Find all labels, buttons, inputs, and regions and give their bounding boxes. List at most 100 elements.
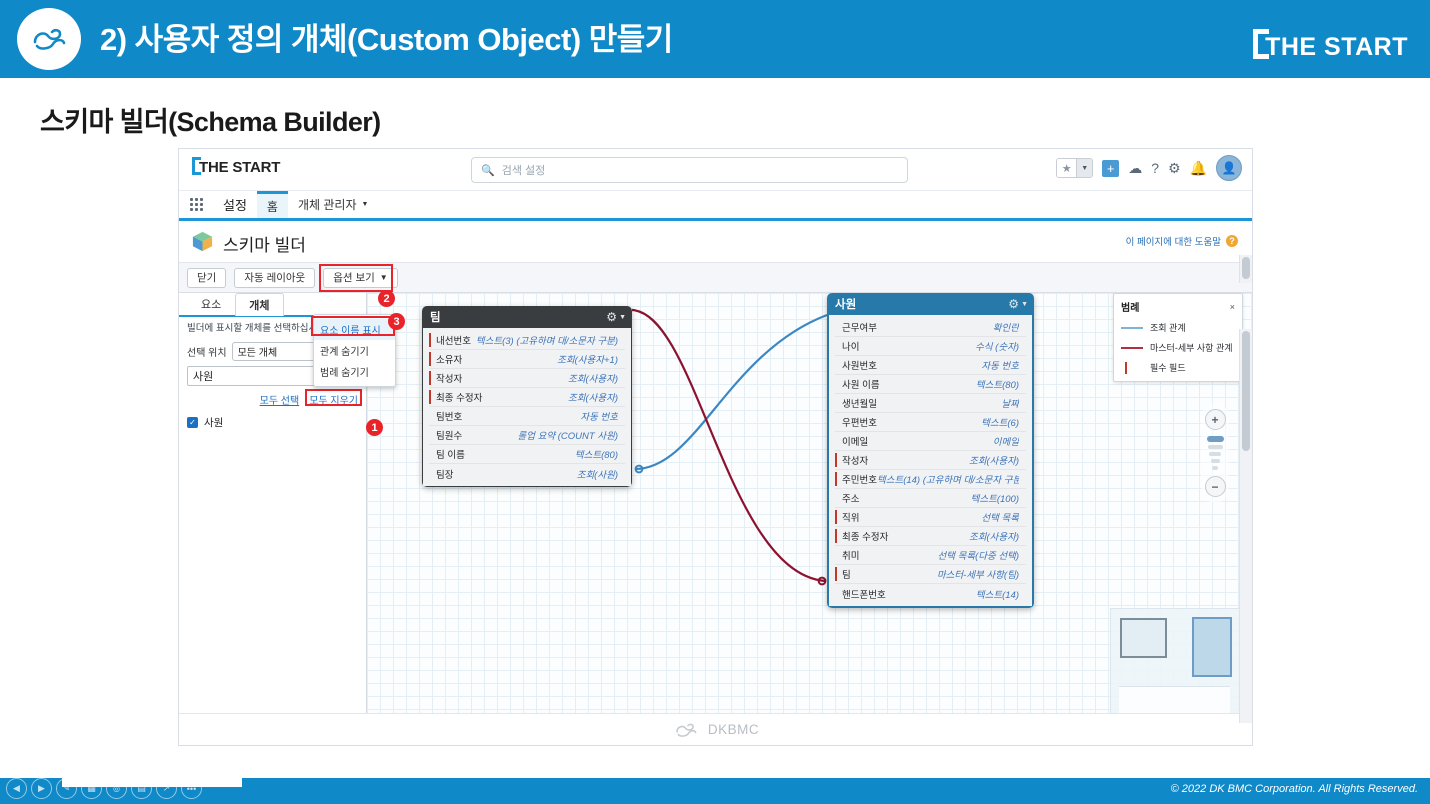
clear-all-link[interactable]: 모두 지우기 <box>305 389 363 407</box>
org-logo: THE START <box>192 157 280 176</box>
footer-brand: DKBMC <box>707 722 760 737</box>
avatar[interactable]: 👤 <box>1216 155 1242 181</box>
favorites-star-icon[interactable]: ★ <box>1057 159 1077 177</box>
legend-row-required: 필수 필드 <box>1121 361 1235 374</box>
help-icon[interactable]: ? <box>1151 161 1159 175</box>
close-button[interactable]: 닫기 <box>187 267 227 288</box>
hide-relationships-menu-item[interactable]: 관계 숨기기 <box>314 340 395 361</box>
master-detail-line-icon <box>1121 346 1143 349</box>
slide-grid-button[interactable]: ▦ <box>81 778 102 799</box>
select-all-link[interactable]: 모두 선택 <box>260 392 300 407</box>
chevron-down-icon: ▼ <box>379 273 388 282</box>
tab-home[interactable]: 홈 <box>256 191 288 218</box>
show-element-names-menu-item[interactable]: 요소 이름 표시 <box>314 319 395 340</box>
object-card-header: 팀 ⚙ ▼ <box>422 306 632 328</box>
notes-button[interactable]: ▤ <box>131 778 152 799</box>
table-row: 최종 수정자 조회(사용자) <box>429 388 625 407</box>
setup-gear-icon[interactable]: ⚙ <box>1168 161 1181 175</box>
table-row: 근무여부 확인란 <box>835 318 1026 337</box>
table-row: 작성자 조회(사용자) <box>835 451 1026 470</box>
table-row: 생년월일 날짜 <box>835 394 1026 413</box>
table-row: 팀 이름 텍스트(80) <box>429 445 625 464</box>
table-row: 팀번호 자동 번호 <box>429 407 625 426</box>
table-row: 작성자 조회(사용자) <box>429 369 625 388</box>
tab-object-manager[interactable]: 개체 관리자 ▼ <box>288 191 378 218</box>
object-card-team[interactable]: 팀 ⚙ ▼ 내선번호 텍스트(3) (고유하며 대/소문자 구분) 소유자 조회(사용… <box>422 306 632 487</box>
pen-tool-button[interactable]: ✎ <box>56 778 77 799</box>
schema-toolbar: 닫기 자동 레이아웃 옵션 보기 ▼ <box>179 263 1252 293</box>
more-options-button[interactable]: ••• <box>181 778 202 799</box>
list-item[interactable]: ✓ 사원 <box>187 415 358 430</box>
page-title: 스키마 빌더 <box>223 236 306 255</box>
hide-legend-menu-item[interactable]: 범례 숨기기 <box>314 361 395 382</box>
schema-canvas[interactable]: 팀 ⚙ ▼ 내선번호 텍스트(3) (고유하며 대/소문자 구분) 소유자 조회(사용… <box>367 293 1252 745</box>
auto-layout-button[interactable]: 자동 레이아웃 <box>234 267 316 288</box>
search-placeholder: 검색 설정 <box>501 165 546 177</box>
legend-row-master-detail: 마스터-세부 사항 관계 <box>1121 341 1235 354</box>
zoom-out-button[interactable]: − <box>1204 476 1226 497</box>
add-icon[interactable]: + <box>1102 159 1120 177</box>
table-row: 사원 이름 텍스트(80) <box>835 375 1026 394</box>
page-help-link[interactable]: 이 페이지에 대한 도움말 ? <box>1126 234 1238 248</box>
required-field-bar-icon <box>1121 361 1143 374</box>
cloud-icon[interactable]: ☁ <box>1128 161 1142 175</box>
previous-slide-button[interactable]: ◀ <box>6 778 27 799</box>
zoom-control[interactable]: + − <box>1201 403 1229 503</box>
table-row: 최종 수정자 조회(사용자) <box>835 527 1026 546</box>
help-icon: ? <box>1226 235 1238 247</box>
zoom-tick <box>1207 445 1223 449</box>
table-row: 사원번호 자동 번호 <box>835 356 1026 375</box>
dkbmc-logo-icon <box>17 8 81 70</box>
page-scrollbar[interactable] <box>1239 255 1252 283</box>
salesforce-screenshot: THE START 🔍 검색 설정 ★ ▼ + ☁ ? ⚙ 🔔 👤 설정 홈 개… <box>178 148 1253 746</box>
header-actions: ★ ▼ + ☁ ? ⚙ 🔔 👤 <box>1056 155 1242 181</box>
favorites-dropdown-icon[interactable]: ▼ <box>1076 159 1093 177</box>
copyright-text: © 2022 DK BMC Corporation. All Rights Re… <box>1170 783 1418 795</box>
app-launcher-icon[interactable] <box>179 191 213 218</box>
table-row: 주소 텍스트(100) <box>835 489 1026 508</box>
zoom-slider[interactable] <box>1206 433 1224 473</box>
zoom-tool-button[interactable]: ◎ <box>106 778 127 799</box>
close-icon[interactable]: × <box>1230 302 1235 312</box>
object-card-header: 사원 ⚙ ▼ <box>827 293 1034 315</box>
tab-objects[interactable]: 개체 <box>235 293 284 316</box>
gear-icon[interactable]: ⚙ ▼ <box>606 310 626 324</box>
table-row: 팀 마스터-세부 사항(팀) <box>835 565 1026 584</box>
object-card-employee[interactable]: 사원 ⚙ ▼ 근무여부 확인란 나이 수식 (숫자) 사원번호 자동 번호 사원 이름 텍… <box>827 293 1034 608</box>
tab-elements[interactable]: 요소 <box>187 292 235 315</box>
app-name-label: 설정 <box>223 198 247 213</box>
callout-marker-2: 2 <box>378 290 395 307</box>
zoom-tick <box>1210 459 1220 463</box>
legend-row-lookup: 조회 관계 <box>1121 321 1235 334</box>
slide-title: 2) 사용자 정의 개체(Custom Object) 만들기 <box>100 22 673 57</box>
exit-button[interactable]: ↗ <box>156 778 177 799</box>
search-input[interactable]: 🔍 검색 설정 <box>471 157 908 183</box>
master-detail-relationship-line <box>631 308 826 583</box>
gear-icon[interactable]: ⚙ ▼ <box>1008 297 1028 311</box>
select-location-label: 선택 위치 <box>187 348 227 360</box>
canvas-scrollbar[interactable] <box>1239 329 1252 723</box>
favorites-group[interactable]: ★ ▼ <box>1056 158 1094 178</box>
play-slide-button[interactable]: ▶ <box>31 778 52 799</box>
slide-subtitle: 스키마 빌더(Schema Builder) <box>40 107 381 137</box>
slide: 2) 사용자 정의 개체(Custom Object) 만들기 THE STAR… <box>0 0 1430 804</box>
zoom-tick <box>1212 466 1218 470</box>
table-row: 나이 수식 (숫자) <box>835 337 1026 356</box>
table-row: 팀원수 롤업 요약 (COUNT 사원) <box>429 426 625 445</box>
minimap-object-team <box>1120 618 1167 658</box>
notifications-bell-icon[interactable]: 🔔 <box>1190 161 1207 175</box>
search-icon: 🔍 <box>481 164 495 177</box>
callout-marker-3: 3 <box>388 313 405 330</box>
sidebar-links: 모두 선택 모두 지우기 <box>179 386 366 407</box>
table-row: 이메일 이메일 <box>835 432 1026 451</box>
the-start-logo: THE START <box>1253 22 1408 60</box>
table-row: 직위 선택 목록 <box>835 508 1026 527</box>
schema-builder-cube-icon <box>192 231 213 252</box>
view-options-dropdown[interactable]: 요소 이름 표시 관계 숨기기 범례 숨기기 <box>311 314 396 387</box>
legend-panel: 범례 × 조회 관계 마스터-세부 사항 관계 필수 필드 <box>1113 293 1243 382</box>
zoom-slider-thumb[interactable] <box>1206 436 1224 442</box>
zoom-in-button[interactable]: + <box>1204 409 1226 430</box>
view-options-button[interactable]: 옵션 보기 ▼ <box>323 267 398 288</box>
table-row: 팀장 조회(사원) <box>436 469 618 481</box>
checkbox-checked-icon[interactable]: ✓ <box>187 417 198 429</box>
